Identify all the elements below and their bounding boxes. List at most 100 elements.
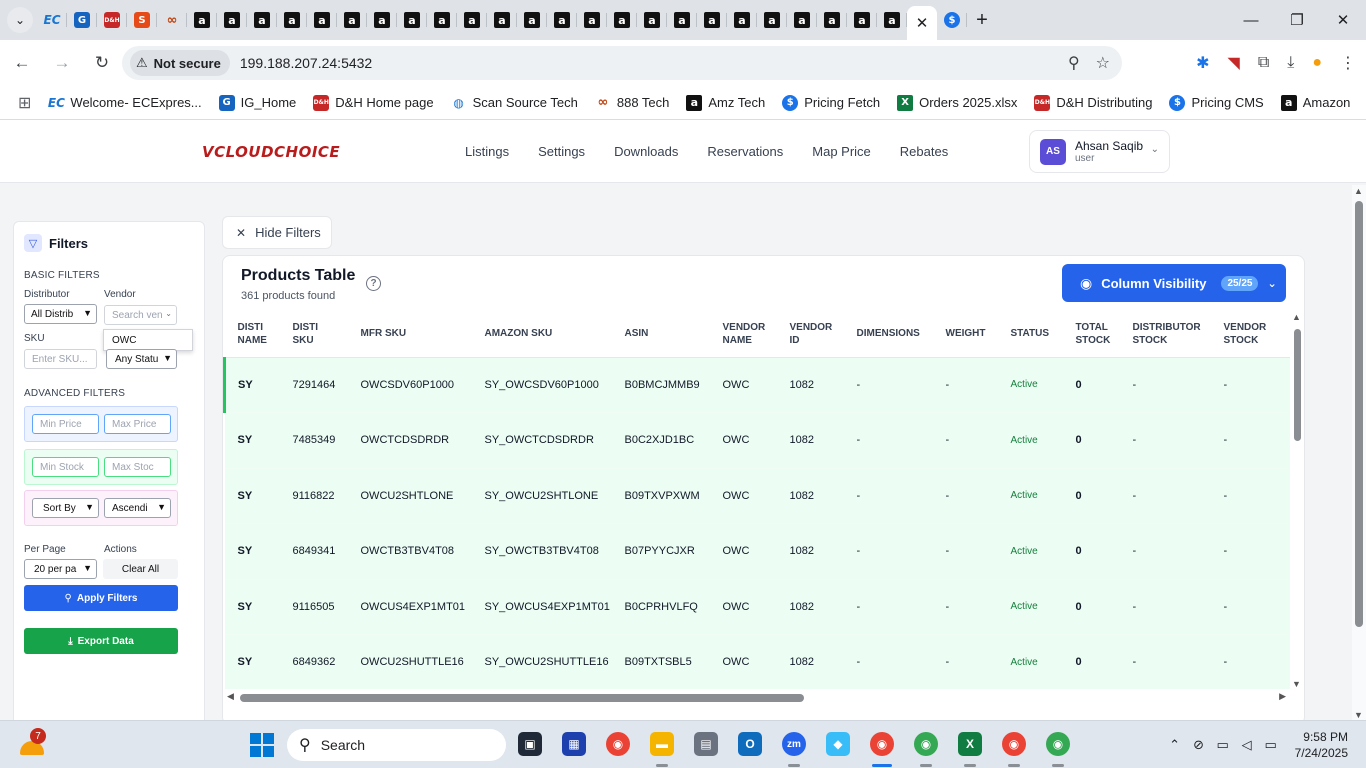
browser-tab[interactable]: a xyxy=(217,0,247,40)
security-chip[interactable]: ⚠ Not secure xyxy=(130,50,230,76)
browser-tab[interactable]: S xyxy=(127,0,157,40)
column-header[interactable]: WEIGHT xyxy=(932,311,998,358)
bookmark-item[interactable]: ∞ 888 Tech xyxy=(595,95,669,111)
column-header[interactable]: TOTAL STOCK xyxy=(1062,311,1120,358)
table-horizontal-scroll-thumb[interactable] xyxy=(240,694,804,702)
browser-tab[interactable]: a xyxy=(637,0,667,40)
min-stock-input[interactable]: Min Stock xyxy=(32,457,99,477)
minimize-icon[interactable]: — xyxy=(1228,0,1274,40)
chrome-profile-icon[interactable]: ◉ xyxy=(1002,732,1026,756)
clock[interactable]: 9:58 PM 7/24/2025 xyxy=(1295,729,1348,761)
sort-by-select[interactable]: Sort By ▼ xyxy=(32,498,99,518)
vendor-suggestion-option[interactable]: OWC xyxy=(103,329,193,351)
scroll-down-arrow-icon[interactable]: ▼ xyxy=(1354,710,1363,720)
export-data-button[interactable]: ⤓ Export Data xyxy=(24,628,178,654)
browser-tab[interactable]: a xyxy=(667,0,697,40)
page-scroll-thumb[interactable] xyxy=(1355,201,1363,627)
bookmark-item[interactable]: EC Welcome- ECExpres... xyxy=(48,95,202,111)
table-row[interactable]: SY 6849362 OWCU2SHUTTLE16 SY_OWCU2SHUTTLE16… xyxy=(224,634,1290,689)
vendor-search-input[interactable]: Search ven ⌄ xyxy=(104,305,177,325)
clear-all-button[interactable]: Clear All xyxy=(103,559,178,579)
logo[interactable]: VCLOUDCHOICE xyxy=(202,143,340,161)
min-price-input[interactable]: Min Price xyxy=(32,414,99,434)
chrome-profile-icon[interactable]: ◉ xyxy=(1046,732,1070,756)
browser-tab[interactable]: a xyxy=(487,0,517,40)
scroll-left-arrow-icon[interactable]: ◀ xyxy=(227,691,234,702)
display-icon[interactable]: ▭ xyxy=(1211,737,1235,753)
browser-tab[interactable]: a xyxy=(187,0,217,40)
scroll-down-arrow-icon[interactable]: ▼ xyxy=(1292,679,1301,689)
sku-input[interactable]: Enter SKU... xyxy=(24,349,97,369)
table-row[interactable]: SY 7291464 OWCSDV60P1000 SY_OWCSDV60P1000 B0… xyxy=(223,357,1290,413)
chrome-profile-icon[interactable]: ◉ xyxy=(914,732,938,756)
nav-link-settings[interactable]: Settings xyxy=(538,144,585,159)
browser-tab[interactable]: a xyxy=(697,0,727,40)
bookmark-item[interactable]: $ Pricing CMS xyxy=(1169,94,1264,111)
browser-tab[interactable]: a xyxy=(847,0,877,40)
browser-tab[interactable]: a xyxy=(277,0,307,40)
bookmark-item[interactable]: a Amazon xyxy=(1280,94,1350,111)
browser-tab[interactable]: a xyxy=(337,0,367,40)
user-menu[interactable]: AS Ahsan Saqib user ⌄ xyxy=(1029,130,1170,173)
app-diamond-icon[interactable]: ◆ xyxy=(826,732,850,756)
download-icon[interactable]: ⤓ xyxy=(1287,54,1294,72)
bookmark-item[interactable]: D&H D&H Home page xyxy=(313,94,434,111)
page-scrollbar[interactable]: ▲ ▼ xyxy=(1352,185,1366,720)
volume-icon[interactable]: ◁ xyxy=(1235,737,1259,753)
browser-tab[interactable]: EC xyxy=(37,0,67,40)
bookmark-item[interactable]: a Amz Tech xyxy=(686,94,765,111)
url-text[interactable]: 199.188.207.24:5432 xyxy=(240,55,372,71)
browser-tab[interactable]: ∞ xyxy=(157,0,187,40)
back-icon[interactable]: ← xyxy=(4,45,40,81)
nav-link-map-price[interactable]: Map Price xyxy=(812,144,871,159)
table-vertical-scrollbar[interactable]: ▲ ▼ xyxy=(1290,311,1304,689)
outlook-icon[interactable]: O xyxy=(738,732,762,756)
nav-link-downloads[interactable]: Downloads xyxy=(614,144,678,159)
browser-tab[interactable]: a xyxy=(397,0,427,40)
bookmark-item[interactable]: X Orders 2025.xlsx xyxy=(897,94,1017,111)
bookmark-item[interactable]: G IG_Home xyxy=(218,94,296,111)
bookmark-item[interactable]: $ Pricing Fetch xyxy=(782,94,880,111)
reload-icon[interactable]: ↻ xyxy=(84,45,120,81)
taskbar-search[interactable]: ⚲ Search xyxy=(287,729,506,761)
chrome-icon[interactable]: ◉ xyxy=(606,732,630,756)
chevron-up-icon[interactable]: ⌃ xyxy=(1163,737,1187,753)
store-icon[interactable]: ▦ xyxy=(562,732,586,756)
status-select[interactable]: Any Statu ▼ xyxy=(106,349,177,369)
distributor-select[interactable]: All Distrib ▼ xyxy=(24,304,97,324)
browser-tab[interactable]: a xyxy=(787,0,817,40)
column-header[interactable]: AMAZON SKU xyxy=(471,311,612,358)
table-row[interactable]: SY 6849341 OWCTB3TBV4T08 SY_OWCTB3TBV4T08 B0… xyxy=(224,523,1290,580)
menu-kebab-icon[interactable]: ⋮ xyxy=(1340,53,1356,73)
column-header[interactable]: VENDOR NAME xyxy=(709,311,777,358)
zoom-app-icon[interactable]: zm xyxy=(782,732,806,756)
excel-icon[interactable]: X xyxy=(958,732,982,756)
browser-tab[interactable]: a xyxy=(877,0,907,40)
tab-search-chevron-icon[interactable]: ⌄ xyxy=(7,7,33,33)
column-header[interactable]: VENDOR STOCK xyxy=(1210,311,1290,358)
start-button[interactable] xyxy=(250,733,274,757)
bookmark-item[interactable]: D&H D&H Distributing xyxy=(1034,94,1152,111)
scroll-right-arrow-icon[interactable]: ▶ xyxy=(1279,691,1286,702)
per-page-select[interactable]: 20 per pa ▼ xyxy=(24,559,97,579)
browser-tab[interactable]: a xyxy=(607,0,637,40)
max-price-input[interactable]: Max Price xyxy=(104,414,171,434)
chrome-profile-icon[interactable]: ◉ xyxy=(870,732,894,756)
column-header[interactable]: DISTRIBUTOR STOCK xyxy=(1119,311,1211,358)
bookmark-star-icon[interactable]: ☆ xyxy=(1096,53,1110,73)
scroll-up-arrow-icon[interactable]: ▲ xyxy=(1292,312,1301,322)
browser-tab[interactable]: a xyxy=(817,0,847,40)
bookmark-item[interactable]: ◍ Scan Source Tech xyxy=(451,95,578,111)
task-view-icon[interactable]: ▣ xyxy=(518,732,542,756)
extension-icon[interactable]: ✱ xyxy=(1196,53,1209,73)
browser-tab[interactable]: a xyxy=(547,0,577,40)
column-header[interactable]: VENDOR ID xyxy=(776,311,844,358)
scroll-up-arrow-icon[interactable]: ▲ xyxy=(1354,186,1363,196)
address-bar[interactable]: ⚠ Not secure 199.188.207.24:5432 ⚲ ☆ xyxy=(122,46,1122,80)
nav-link-reservations[interactable]: Reservations xyxy=(707,144,783,159)
pdf-extension-icon[interactable]: ◥ xyxy=(1228,53,1240,73)
close-window-icon[interactable]: ✕ xyxy=(1320,0,1366,40)
browser-tab[interactable]: D&H xyxy=(97,0,127,40)
calculator-icon[interactable]: ▤ xyxy=(694,732,718,756)
active-tab-close-icon[interactable]: ✕ xyxy=(907,6,937,40)
